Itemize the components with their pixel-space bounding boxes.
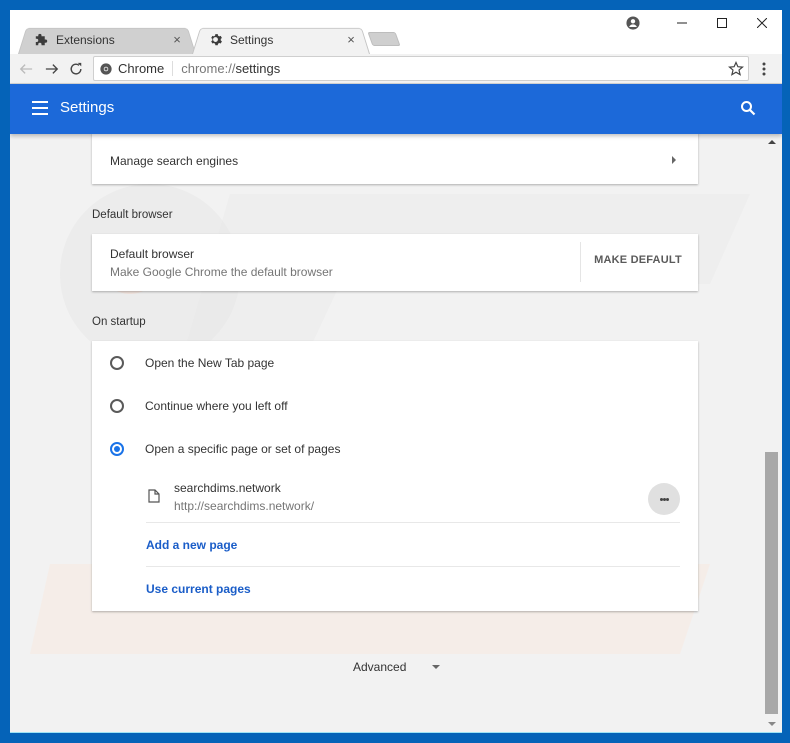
section-title-on-startup: On startup (92, 316, 146, 328)
tab-close-icon[interactable]: × (170, 32, 184, 47)
maximize-button[interactable] (702, 10, 742, 36)
startup-option-new-tab[interactable]: Open the New Tab page (110, 356, 274, 370)
radio-button-checked[interactable] (110, 442, 124, 456)
scrollbar[interactable] (762, 134, 782, 732)
page-title: Settings (60, 99, 115, 116)
scroll-up-arrow-icon[interactable] (768, 140, 776, 144)
window-controls (662, 10, 782, 36)
close-window-button[interactable] (742, 10, 782, 36)
site-chip-label: Chrome (118, 61, 165, 76)
manage-search-engines-label: Manage search engines (110, 154, 239, 168)
tab-label: Settings (230, 32, 274, 47)
url-path: settings (235, 61, 281, 76)
divider (580, 242, 581, 282)
url-scheme: chrome:// (181, 61, 236, 76)
page-icon (148, 489, 160, 503)
startup-option-specific-pages[interactable]: Open a specific page or set of pages (110, 442, 340, 456)
manage-search-engines-row[interactable]: Manage search engines (92, 134, 698, 184)
caret-down-icon (432, 665, 441, 669)
new-tab-button[interactable] (367, 32, 401, 46)
radio-button[interactable] (110, 356, 124, 370)
settings-content: Manage search engines Default browser De… (10, 134, 762, 732)
on-startup-card: Open the New Tab page Continue where you… (92, 341, 698, 611)
scroll-down-arrow-icon[interactable] (768, 722, 776, 726)
more-actions-icon[interactable] (648, 483, 680, 515)
radio-label: Open a specific page or set of pages (145, 442, 341, 456)
default-browser-title: Default browser (110, 247, 195, 261)
advanced-label: Advanced (353, 660, 407, 674)
address-bar[interactable]: Chrome chrome://settings (93, 56, 749, 81)
tab-label: Extensions (56, 32, 115, 47)
tab-strip: Extensions × Settings × (10, 10, 782, 54)
minimize-button[interactable] (662, 10, 702, 36)
tab-extensions[interactable]: Extensions × (18, 25, 196, 54)
browser-window: Extensions × Settings × Chrome chrome://… (10, 10, 782, 733)
bookmark-star-icon[interactable] (728, 61, 744, 77)
settings-header: Settings (10, 84, 782, 134)
default-browser-subtitle: Make Google Chrome the default browser (110, 265, 333, 279)
forward-icon[interactable] (42, 59, 62, 79)
advanced-toggle[interactable]: Advanced (353, 660, 441, 674)
chrome-icon (100, 62, 112, 75)
back-icon[interactable] (16, 59, 36, 79)
startup-page-name: searchdims.network (174, 481, 281, 495)
tab-close-icon[interactable]: × (344, 32, 358, 47)
section-title-default-browser: Default browser (92, 209, 173, 221)
use-current-pages-link[interactable]: Use current pages (146, 582, 251, 596)
tab-settings[interactable]: Settings × (192, 25, 370, 54)
make-default-button[interactable]: MAKE DEFAULT (588, 254, 688, 266)
gear-icon (208, 33, 222, 47)
radio-label: Open the New Tab page (145, 356, 275, 370)
site-chip[interactable]: Chrome (94, 61, 174, 76)
add-new-page-link[interactable]: Add a new page (146, 538, 237, 552)
scroll-thumb[interactable] (765, 452, 778, 714)
search-icon[interactable] (740, 100, 756, 116)
browser-menu-icon[interactable] (756, 59, 772, 79)
startup-option-continue[interactable]: Continue where you left off (110, 399, 288, 413)
default-browser-card: Default browser Make Google Chrome the d… (92, 234, 698, 291)
startup-page-url: http://searchdims.network/ (174, 499, 315, 513)
browser-toolbar: Chrome chrome://settings (10, 54, 782, 84)
profile-icon[interactable] (626, 16, 640, 30)
divider (146, 566, 680, 567)
reload-icon[interactable] (66, 59, 86, 79)
hamburger-menu-icon[interactable] (32, 101, 48, 115)
radio-button[interactable] (110, 399, 124, 413)
puzzle-icon (34, 33, 48, 47)
startup-page-entry: searchdims.network http://searchdims.net… (146, 477, 680, 523)
radio-label: Continue where you left off (145, 399, 288, 413)
chevron-right-icon (672, 156, 676, 164)
url-text: chrome://settings (173, 61, 280, 76)
